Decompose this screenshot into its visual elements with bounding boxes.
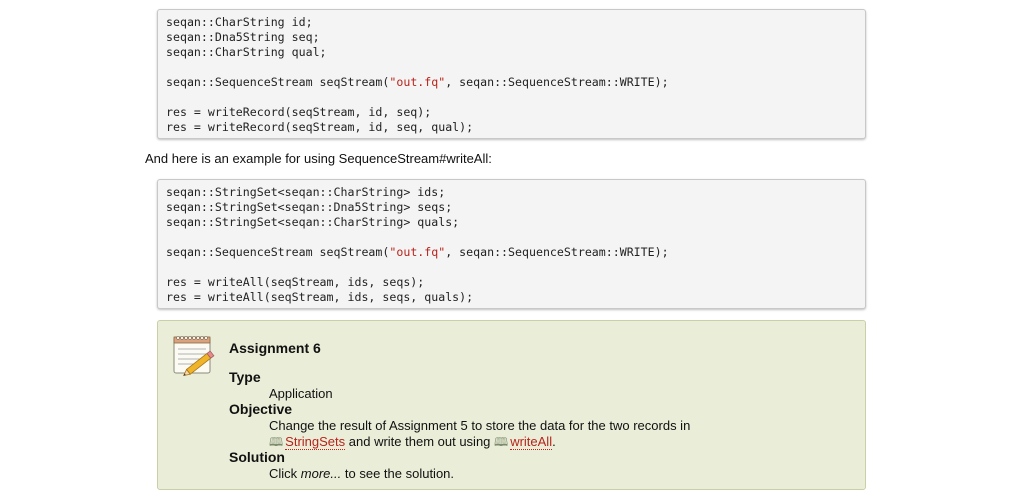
type-label: Type xyxy=(229,369,261,385)
objective-line-2: 🕮 StringSets and write them out using 🕮 wr… xyxy=(269,434,849,450)
stringsets-link[interactable]: StringSets xyxy=(285,434,346,450)
solution-click: Click xyxy=(269,466,298,481)
objective-text: Change the result of Assignment 5 to sto… xyxy=(269,418,849,450)
code-line: seqan::StringSet<seqan::CharString> qual… xyxy=(166,215,460,229)
code-block-2: seqan::StringSet<seqan::CharString> ids;… xyxy=(157,179,866,309)
book-icon: 🕮 xyxy=(269,435,284,449)
code-line: seqan::SequenceStream seqStream("out.fq"… xyxy=(166,245,669,259)
code-line: seqan::Dna5String seq; xyxy=(166,30,320,44)
code-line: seqan::StringSet<seqan::Dna5String> seqs… xyxy=(166,200,453,214)
type-value: Application xyxy=(269,386,333,401)
more-link[interactable]: more... xyxy=(301,466,341,481)
objective-text-middle: and write them out using xyxy=(348,434,491,449)
objective-period: . xyxy=(552,434,556,449)
notepad-pencil-icon xyxy=(173,336,215,376)
code-line: seqan::SequenceStream seqStream("out.fq"… xyxy=(166,75,669,89)
objective-line-1: Change the result of Assignment 5 to sto… xyxy=(269,418,691,433)
solution-text: Click more... to see the solution. xyxy=(269,466,454,482)
book-icon: 🕮 xyxy=(494,435,509,449)
assignment-box: Assignment 6 Type Application Objective … xyxy=(157,320,866,490)
code-line: seqan::CharString id; xyxy=(166,15,313,29)
code-block-1: seqan::CharString id; seqan::Dna5String s… xyxy=(157,9,866,139)
code-line: res = writeAll(seqStream, ids, seqs, qua… xyxy=(166,290,474,304)
code-line: seqan::CharString qual; xyxy=(166,45,327,59)
assignment-title: Assignment 6 xyxy=(229,340,321,356)
paragraph-writeall: And here is an example for using Sequenc… xyxy=(145,151,492,166)
writeall-link[interactable]: writeAll xyxy=(510,434,553,450)
code-line: seqan::StringSet<seqan::CharString> ids; xyxy=(166,185,446,199)
solution-rest: to see the solution. xyxy=(344,466,455,481)
code-line: res = writeRecord(seqStream, id, seq, qu… xyxy=(166,120,474,134)
solution-label: Solution xyxy=(229,449,285,465)
code-line: res = writeAll(seqStream, ids, seqs); xyxy=(166,275,425,289)
objective-label: Objective xyxy=(229,401,293,417)
code-line: res = writeRecord(seqStream, id, seq); xyxy=(166,105,432,119)
